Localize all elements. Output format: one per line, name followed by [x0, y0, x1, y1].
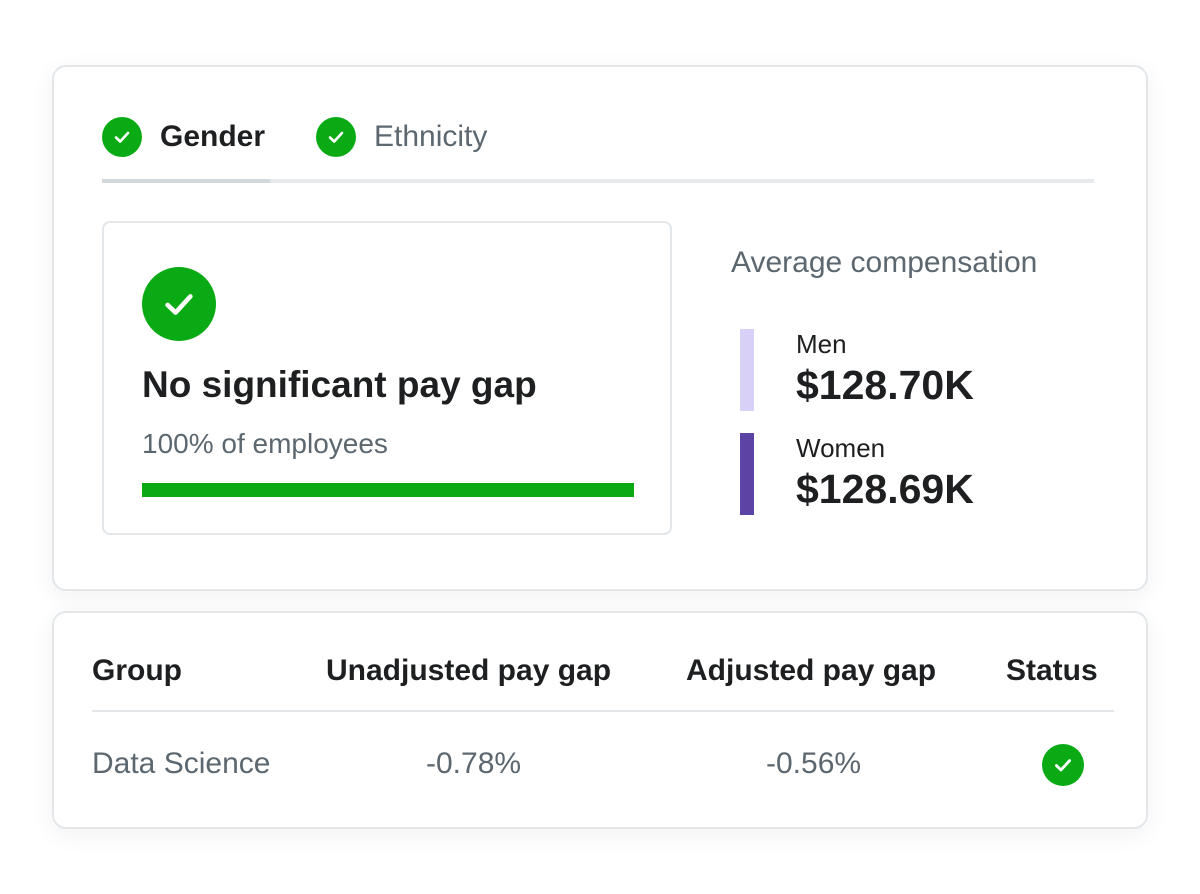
compensation-value: $128.70K: [796, 362, 974, 408]
tab-ethnicity[interactable]: Ethnicity: [316, 115, 487, 183]
compensation-label: Men: [796, 329, 847, 359]
cell-adjusted-gap: -0.56%: [766, 747, 862, 780]
pay-gap-summary-card: Gender Ethnicity No significant pay gap …: [52, 65, 1148, 591]
check-circle-icon: [102, 117, 142, 157]
pay-gap-table-card: Group Unadjusted pay gap Adjusted pay ga…: [52, 611, 1148, 829]
column-header-group: Group: [92, 654, 182, 687]
compensation-value: $128.69K: [796, 466, 974, 512]
tab-label: Gender: [160, 120, 266, 153]
active-tab-indicator: [102, 179, 270, 183]
tab-label: Ethnicity: [374, 120, 488, 153]
column-header-status: Status: [1006, 654, 1098, 687]
result-title: No significant pay gap: [142, 364, 537, 405]
legend-swatch-men: [740, 329, 754, 411]
check-circle-icon: [316, 117, 356, 157]
result-subtitle: 100% of employees: [142, 428, 388, 459]
cell-group: Data Science: [92, 747, 271, 780]
pay-gap-result-box: No significant pay gap 100% of employees: [102, 221, 672, 535]
compensation-label: Women: [796, 433, 886, 463]
column-header-unadjusted: Unadjusted pay gap: [326, 654, 612, 687]
employee-coverage-bar: [142, 483, 634, 497]
employee-coverage-fill: [142, 483, 634, 497]
check-circle-icon: [1042, 744, 1084, 786]
tab-gender[interactable]: Gender: [102, 115, 265, 183]
table-divider: [92, 710, 1114, 712]
column-header-adjusted: Adjusted pay gap: [686, 654, 937, 687]
cell-unadjusted-gap: -0.78%: [426, 747, 522, 780]
legend-swatch-women: [740, 433, 754, 515]
tab-bar: Gender Ethnicity: [102, 115, 1094, 183]
check-circle-icon: [142, 267, 216, 341]
average-compensation-title: Average compensation: [731, 246, 1038, 279]
